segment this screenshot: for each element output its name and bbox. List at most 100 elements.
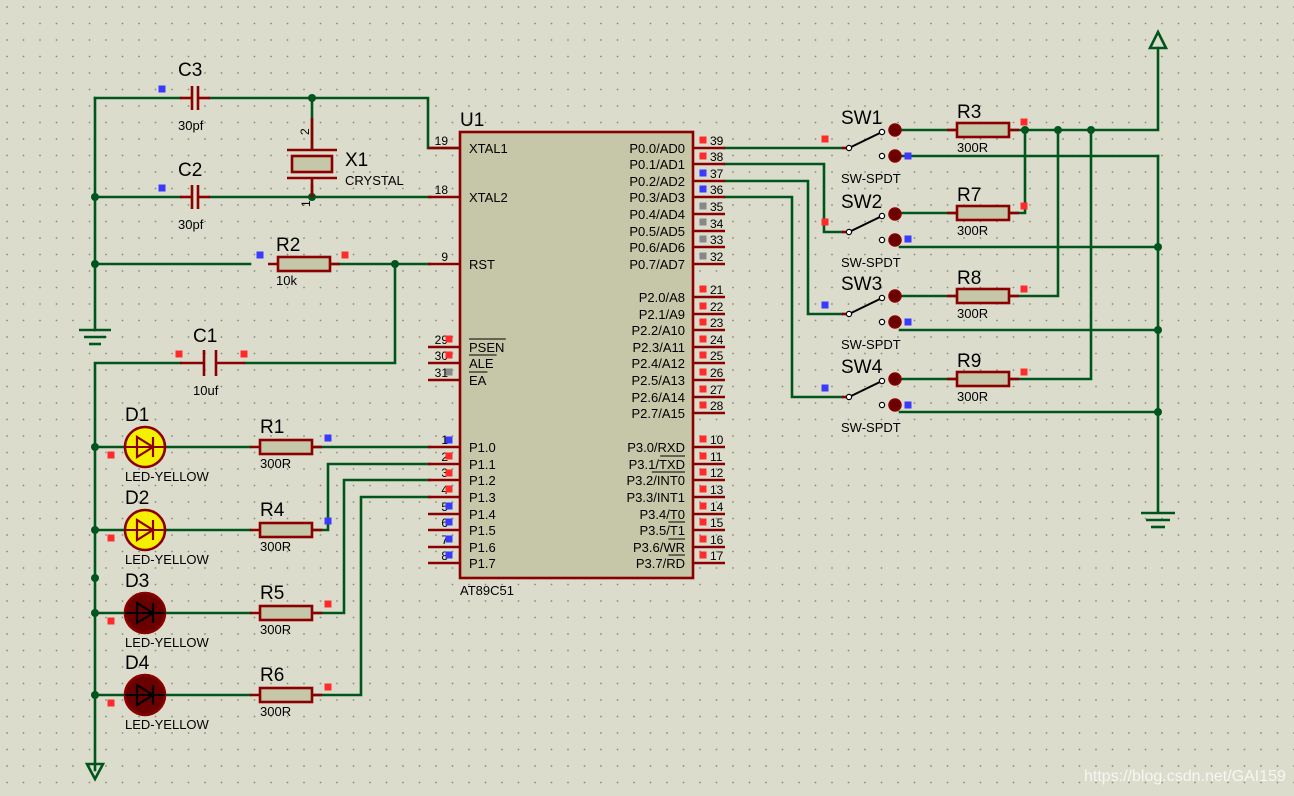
pin-marker	[699, 551, 707, 559]
pin-number: 26	[710, 366, 724, 380]
x1-pin-top: 2	[298, 128, 312, 135]
r3-value: 300R	[957, 140, 988, 155]
pin-name: XTAL2	[469, 190, 508, 205]
sw4-value: SW-SPDT	[841, 420, 901, 435]
sw3-ref: SW3	[841, 274, 882, 295]
pin-marker	[699, 502, 707, 510]
pin-name: ALE	[469, 356, 494, 371]
pin-marker	[107, 534, 115, 542]
pin-marker	[107, 451, 115, 459]
r3-ref: R3	[957, 102, 981, 123]
pin-marker	[904, 235, 912, 243]
pin-marker	[699, 302, 707, 310]
d4-ref: D4	[125, 653, 150, 674]
pin-number: 19	[435, 134, 449, 148]
pin-marker	[324, 434, 332, 442]
r4-value: 300R	[260, 539, 291, 554]
pin-name: P2.3/A11	[632, 340, 685, 355]
c2-value: 30pf	[178, 217, 204, 232]
pin-number: 16	[710, 533, 724, 547]
d2-value: LED-YELLOW	[125, 552, 210, 567]
r6-ref: R6	[260, 665, 284, 686]
pin-marker	[1020, 118, 1028, 126]
pin-marker	[821, 135, 829, 143]
pin-name: P0.3/AD3	[629, 190, 685, 205]
pin-marker	[445, 335, 453, 343]
c3-ref: C3	[178, 60, 202, 81]
pin-name: P0.0/AD0	[629, 141, 685, 156]
pin-marker	[821, 218, 829, 226]
pin-marker	[699, 185, 707, 193]
pin-number: 22	[710, 300, 724, 314]
pin-marker	[699, 452, 707, 460]
d2-ref: D2	[125, 488, 149, 509]
sw3-value: SW-SPDT	[841, 337, 901, 352]
pin-name: P0.5/AD5	[629, 224, 685, 239]
pin-name: P3.5/T1	[639, 523, 685, 538]
pin-marker	[158, 85, 166, 93]
pin-name: P0.7/AD7	[629, 257, 685, 272]
pin-marker	[445, 469, 453, 477]
pin-marker	[699, 285, 707, 293]
pin-number: 18	[435, 183, 449, 197]
pin-name: P3.6/WR	[633, 540, 685, 555]
pin-number: 32	[710, 250, 724, 264]
pin-name: P0.1/AD1	[629, 157, 685, 172]
pin-marker	[324, 517, 332, 525]
r2-value: 10k	[276, 273, 297, 288]
d3-ref: D3	[125, 571, 149, 592]
pin-name: P0.6/AD6	[629, 240, 685, 255]
pin-number: 14	[710, 500, 724, 514]
chip-ref: U1	[460, 110, 484, 131]
pin-name: P1.0	[469, 440, 496, 455]
pin-marker	[1020, 368, 1028, 376]
pin-name: P1.5	[469, 523, 496, 538]
pin-number: 24	[710, 333, 724, 347]
pin-marker	[445, 452, 453, 460]
c1-ref: C1	[193, 326, 217, 347]
c1-value: 10uf	[193, 383, 219, 398]
pin-number: 12	[710, 466, 724, 480]
pin-marker	[699, 218, 707, 226]
pin-number: 33	[710, 233, 724, 247]
pin-name: P3.1/TXD	[629, 457, 685, 472]
pin-number: 38	[710, 150, 724, 164]
pin-name: P2.1/A9	[639, 307, 685, 322]
pin-name: P1.1	[469, 457, 496, 472]
pin-marker	[904, 401, 912, 409]
pin-name: P1.7	[469, 556, 496, 571]
schematic-canvas: U1 AT89C51 19 XTAL118 XTAL29 RST29 PSEN30 ALE…	[0, 0, 1294, 796]
pin-number: 36	[710, 183, 724, 197]
pin-marker	[445, 436, 453, 444]
pin-number: 39	[710, 134, 724, 148]
r9-value: 300R	[957, 389, 988, 404]
pin-marker	[445, 535, 453, 543]
r1-value: 300R	[260, 456, 291, 471]
pin-number: 17	[710, 549, 724, 563]
pin-marker	[175, 350, 183, 358]
pin-marker	[324, 683, 332, 691]
d1-value: LED-YELLOW	[125, 469, 210, 484]
pin-marker	[904, 318, 912, 326]
r5-value: 300R	[260, 622, 291, 637]
pin-marker	[699, 485, 707, 493]
pin-marker	[107, 617, 115, 625]
pin-number: 10	[710, 433, 724, 447]
d3-value: LED-YELLOW	[125, 635, 210, 650]
pin-marker	[821, 384, 829, 392]
pin-name: P2.5/A13	[632, 373, 686, 388]
r4-ref: R4	[260, 500, 285, 521]
pin-name: P0.2/AD2	[629, 174, 685, 189]
r7-ref: R7	[957, 185, 981, 206]
pin-name: P3.7/RD	[636, 556, 685, 571]
r5-ref: R5	[260, 583, 284, 604]
pin-marker	[445, 368, 453, 376]
pin-marker	[445, 551, 453, 559]
d4-value: LED-YELLOW	[125, 717, 210, 732]
r1-ref: R1	[260, 417, 284, 438]
chip-u1[interactable]: U1 AT89C51 19 XTAL118 XTAL29 RST29 PSEN30 ALE…	[428, 110, 725, 598]
pin-name: P3.4/T0	[639, 507, 685, 522]
pin-marker	[699, 152, 707, 160]
pin-marker	[699, 535, 707, 543]
pin-marker	[699, 335, 707, 343]
